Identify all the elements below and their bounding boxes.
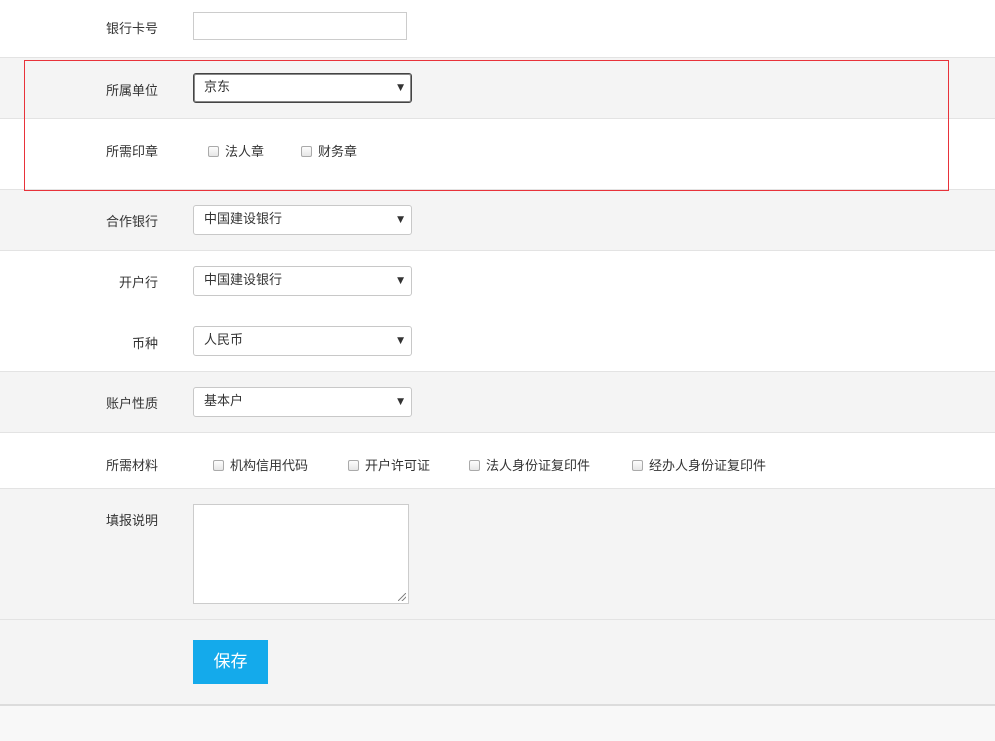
bank-card-input[interactable] [193,12,407,40]
checkbox-icon[interactable] [348,460,359,471]
checkbox-label: 机构信用代码 [230,459,309,474]
coop-bank-select[interactable]: 中国建设银行 ▼ [193,205,412,235]
currency-select[interactable]: 人民币 ▼ [193,326,412,356]
account-type-label: 账户性质 [105,397,158,412]
checkbox-account-permit[interactable]: 开户许可证 [348,455,430,474]
highlight-frame [24,60,949,191]
chevron-down-icon: ▼ [397,276,404,286]
account-type-select-value: 基本户 [204,394,244,409]
checkbox-icon[interactable] [469,460,480,471]
checkbox-label: 经办人身份证复印件 [649,459,767,474]
save-button[interactable]: 保存 [193,640,268,684]
checkbox-icon[interactable] [632,460,643,471]
chevron-down-icon: ▼ [397,397,404,407]
row-save [0,620,995,704]
currency-select-value: 人民币 [204,333,244,348]
chevron-down-icon: ▼ [397,336,404,346]
account-type-select[interactable]: 基本户 ▼ [193,387,412,417]
coop-bank-label: 合作银行 [105,215,158,230]
checkbox-icon[interactable] [213,460,224,471]
checkbox-org-credit-code[interactable]: 机构信用代码 [213,455,308,474]
open-bank-select[interactable]: 中国建设银行 ▼ [193,266,412,296]
checkbox-agent-id-copy[interactable]: 经办人身份证复印件 [632,455,766,474]
resize-grip-icon[interactable] [398,593,406,601]
checkbox-label: 开户许可证 [365,459,431,474]
coop-bank-select-value: 中国建设银行 [204,212,283,227]
notes-label: 填报说明 [105,514,158,529]
row-open-bank-currency [0,251,995,371]
row-notes [0,489,995,619]
chevron-down-icon: ▼ [397,215,404,225]
checkbox-label: 法人身份证复印件 [486,459,591,474]
open-bank-select-value: 中国建设银行 [204,273,283,288]
footer-area [0,706,995,741]
currency-label: 币种 [131,337,158,352]
checkbox-legal-id-copy[interactable]: 法人身份证复印件 [469,455,590,474]
materials-label: 所需材料 [105,459,158,474]
notes-textarea[interactable] [193,504,409,604]
bank-card-label: 银行卡号 [105,22,158,37]
open-bank-label: 开户行 [118,276,158,291]
